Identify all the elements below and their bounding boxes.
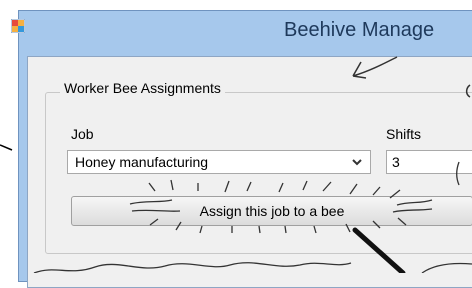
window-title: Beehive Manage	[284, 19, 435, 41]
assign-job-button-label: Assign this job to a bee	[199, 203, 345, 219]
shifts-value[interactable]: 3	[392, 154, 400, 170]
job-dropdown-value: Honey manufacturing	[75, 154, 209, 170]
group-legend: Worker Bee Assignments	[60, 80, 225, 96]
shifts-stepper[interactable]: 3	[386, 150, 472, 174]
app-window-icon	[11, 19, 25, 33]
job-dropdown[interactable]: Honey manufacturing	[67, 150, 371, 174]
assign-job-button[interactable]: Assign this job to a bee	[71, 196, 472, 226]
job-label: Job	[71, 126, 94, 142]
shifts-label: Shifts	[386, 126, 422, 142]
chevron-down-icon[interactable]	[350, 155, 364, 169]
